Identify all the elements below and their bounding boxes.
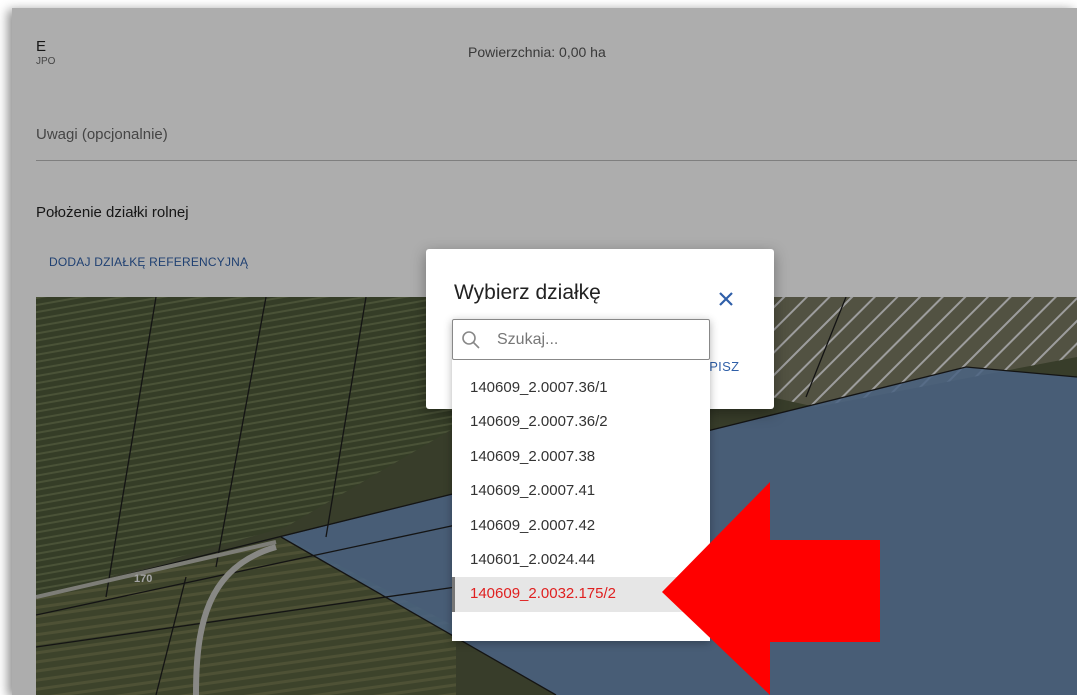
dialog-title: Wybierz działkę — [454, 281, 601, 304]
parcel-option[interactable]: 140609_2.0007.36/1 — [452, 371, 710, 405]
close-icon[interactable] — [714, 287, 738, 311]
parcel-option[interactable]: 140609_2.0007.36/2 — [452, 405, 710, 439]
search-input[interactable] — [495, 328, 699, 352]
search-box[interactable] — [452, 319, 710, 360]
form-page: E JPO Powierzchnia: 0,00 ha Uwagi (opcjo… — [12, 8, 1077, 695]
red-arrow-annotation — [662, 482, 880, 695]
arrow-shape — [662, 482, 880, 695]
search-icon — [462, 331, 480, 349]
parcel-option[interactable]: 140609_2.0007.38 — [452, 440, 710, 474]
